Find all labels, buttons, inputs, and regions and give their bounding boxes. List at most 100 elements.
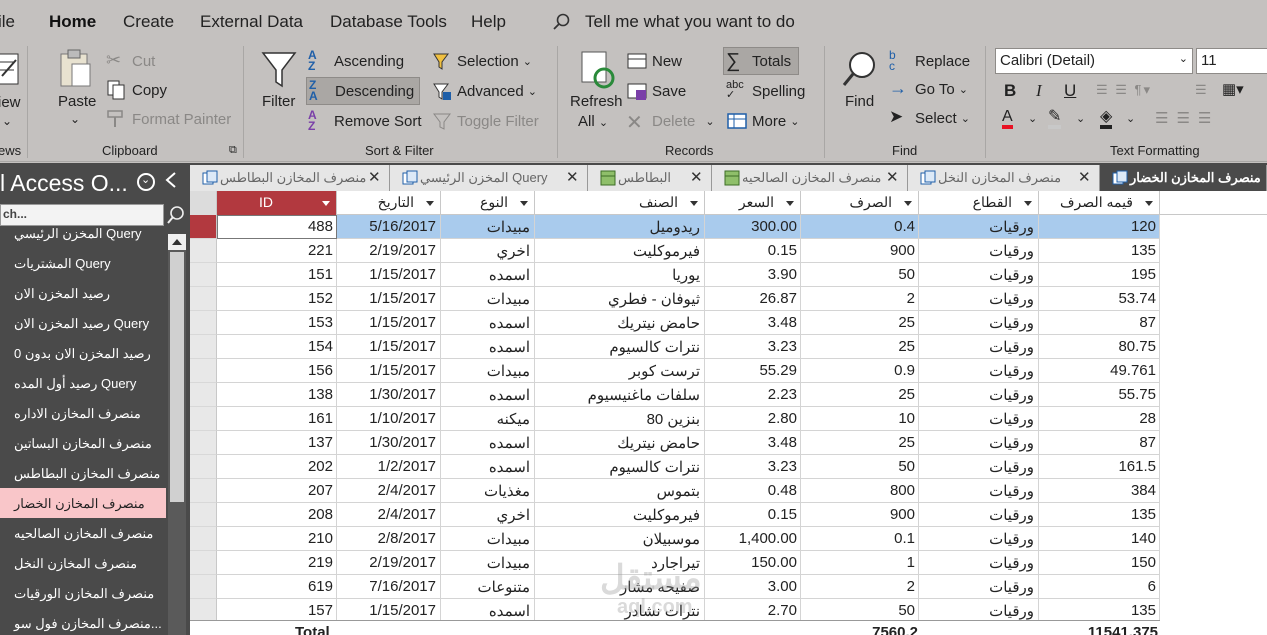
table-cell[interactable]: 5/16/2017 [337,215,441,239]
record-selector[interactable] [190,263,217,287]
record-selector[interactable] [190,479,217,503]
table-cell[interactable]: 1/10/2017 [337,407,441,431]
table-row[interactable]: 152 1/15/2017 مبيدات ثيوفان - فطري 26.87 2 ورق… [190,287,1160,311]
table-cell[interactable]: ثيوفان - فطري [535,287,705,311]
total-sarf[interactable]: 7560.2 [800,624,918,635]
table-cell[interactable]: 1/15/2017 [337,311,441,335]
column-filter-dropdown-icon[interactable] [517,196,531,210]
nav-item[interactable]: رصيد المخزن الان [0,278,166,308]
table-cell[interactable]: 1/2/2017 [337,455,441,479]
delete-button[interactable]: ✕ Delete ⌄ [626,110,715,134]
table-cell[interactable]: 2/4/2017 [337,479,441,503]
table-cell[interactable]: 28 [1039,407,1160,431]
table-cell[interactable]: 2 [801,575,919,599]
column-filter-dropdown-icon[interactable] [901,196,915,210]
table-cell[interactable]: ترست كوبر [535,359,705,383]
record-selector[interactable] [190,431,217,455]
table-cell[interactable]: 0.1 [801,527,919,551]
table-row[interactable]: 207 2/4/2017 مغذيات بتموس 0.48 800 ورقيات 384 [190,479,1160,503]
nav-item[interactable]: المخزن الرئيسي Query [0,226,166,248]
column-filter-dropdown-icon[interactable] [423,196,437,210]
menu-database-tools[interactable]: Database Tools [330,12,447,32]
table-cell[interactable]: 2/8/2017 [337,527,441,551]
replace-button[interactable]: b c Replace [889,49,970,72]
nav-item[interactable]: رصيد أول المده Query [0,368,166,398]
table-cell[interactable]: نترات كالسيوم [535,455,705,479]
save-button[interactable]: Save [626,80,686,102]
table-cell[interactable]: 1/15/2017 [337,335,441,359]
table-cell[interactable]: ورقيات [919,239,1039,263]
table-cell[interactable]: 6 [1039,575,1160,599]
font-size-select[interactable]: 11 [1196,48,1267,74]
table-cell[interactable]: 900 [801,239,919,263]
table-cell[interactable]: 1/15/2017 [337,359,441,383]
table-cell[interactable]: 7/16/2017 [337,575,441,599]
table-cell[interactable]: 219 [217,551,337,575]
line-spacing-icon[interactable]: ☰ [1195,82,1207,98]
table-cell[interactable]: 25 [801,431,919,455]
table-cell[interactable]: 80.75 [1039,335,1160,359]
table-row[interactable]: 153 1/15/2017 اسمده حامض نيتريك 3.48 25 ورقيات… [190,311,1160,335]
table-cell[interactable]: 161 [217,407,337,431]
totals-button[interactable]: ∑ Totals [723,47,799,75]
table-cell[interactable]: 2 [801,287,919,311]
table-cell[interactable]: يوريا [535,263,705,287]
table-cell[interactable]: 150 [1039,551,1160,575]
table-cell[interactable]: ورقيات [919,335,1039,359]
table-cell[interactable]: اخري [441,503,535,527]
menu-help[interactable]: Help [471,12,506,32]
table-cell[interactable]: 0.9 [801,359,919,383]
record-selector[interactable] [190,503,217,527]
view-icon[interactable] [0,50,22,88]
scroll-up-icon[interactable] [168,234,186,250]
table-cell[interactable]: ورقيات [919,287,1039,311]
paste-button[interactable]: Paste [58,93,96,110]
table-cell[interactable]: 300.00 [705,215,801,239]
table-cell[interactable]: 384 [1039,479,1160,503]
table-row[interactable]: 137 1/30/2017 اسمده حامض نيتريك 3.48 25 ورقيات… [190,431,1160,455]
nav-item[interactable]: منصرف المخازن النخل [0,548,166,578]
table-cell[interactable]: مبيدات [441,527,535,551]
table-cell[interactable]: 87 [1039,311,1160,335]
nav-item[interactable]: منصرف المخازن فول سو... [0,608,166,635]
column-header[interactable]: الصرف [801,191,919,215]
table-cell[interactable]: اسمده [441,383,535,407]
table-cell[interactable]: 488 [217,215,337,239]
table-cell[interactable]: 3.23 [705,455,801,479]
table-cell[interactable]: 153 [217,311,337,335]
table-cell[interactable]: فيرموكليت [535,503,705,527]
nav-item[interactable]: رصيد المخزن الان Query [0,308,166,338]
table-cell[interactable]: 152 [217,287,337,311]
toggle-filter-button[interactable]: Toggle Filter [431,110,539,132]
table-cell[interactable]: 137 [217,431,337,455]
table-cell[interactable]: 0.48 [705,479,801,503]
table-cell[interactable]: 3.48 [705,431,801,455]
table-cell[interactable]: بتموس [535,479,705,503]
fill-color-icon[interactable]: ◈ [1100,109,1113,129]
tell-me-box[interactable]: Tell me what you want to do [585,12,795,32]
table-cell[interactable]: 140 [1039,527,1160,551]
table-cell[interactable]: نترات كالسيوم [535,335,705,359]
collapse-pane-icon[interactable] [163,169,179,191]
table-cell[interactable]: 619 [217,575,337,599]
table-cell[interactable]: ورقيات [919,263,1039,287]
table-cell[interactable]: ورقيات [919,455,1039,479]
record-selector[interactable] [190,287,217,311]
view-dropdown-icon[interactable]: ⌄ [2,114,12,128]
table-cell[interactable]: 207 [217,479,337,503]
column-header[interactable]: ID [217,191,337,215]
menu-create[interactable]: Create [123,12,174,32]
table-row[interactable]: 210 2/8/2017 مبيدات موسبيلان 1,400.00 0.1 ورقي… [190,527,1160,551]
table-cell[interactable]: ورقيات [919,215,1039,239]
nav-item[interactable]: منصرف المخازن الورقيات [0,578,166,608]
column-filter-dropdown-icon[interactable] [319,196,333,210]
table-cell[interactable]: 1,400.00 [705,527,801,551]
view-button[interactable]: iew [0,94,21,111]
record-selector[interactable] [190,575,217,599]
table-cell[interactable]: 0.4 [801,215,919,239]
column-header[interactable]: الصنف [535,191,705,215]
table-cell[interactable]: ورقيات [919,311,1039,335]
table-row[interactable]: 151 1/15/2017 اسمده يوريا 3.90 50 ورقيات 195 [190,263,1160,287]
table-cell[interactable]: 1 [801,551,919,575]
column-filter-dropdown-icon[interactable] [687,196,701,210]
